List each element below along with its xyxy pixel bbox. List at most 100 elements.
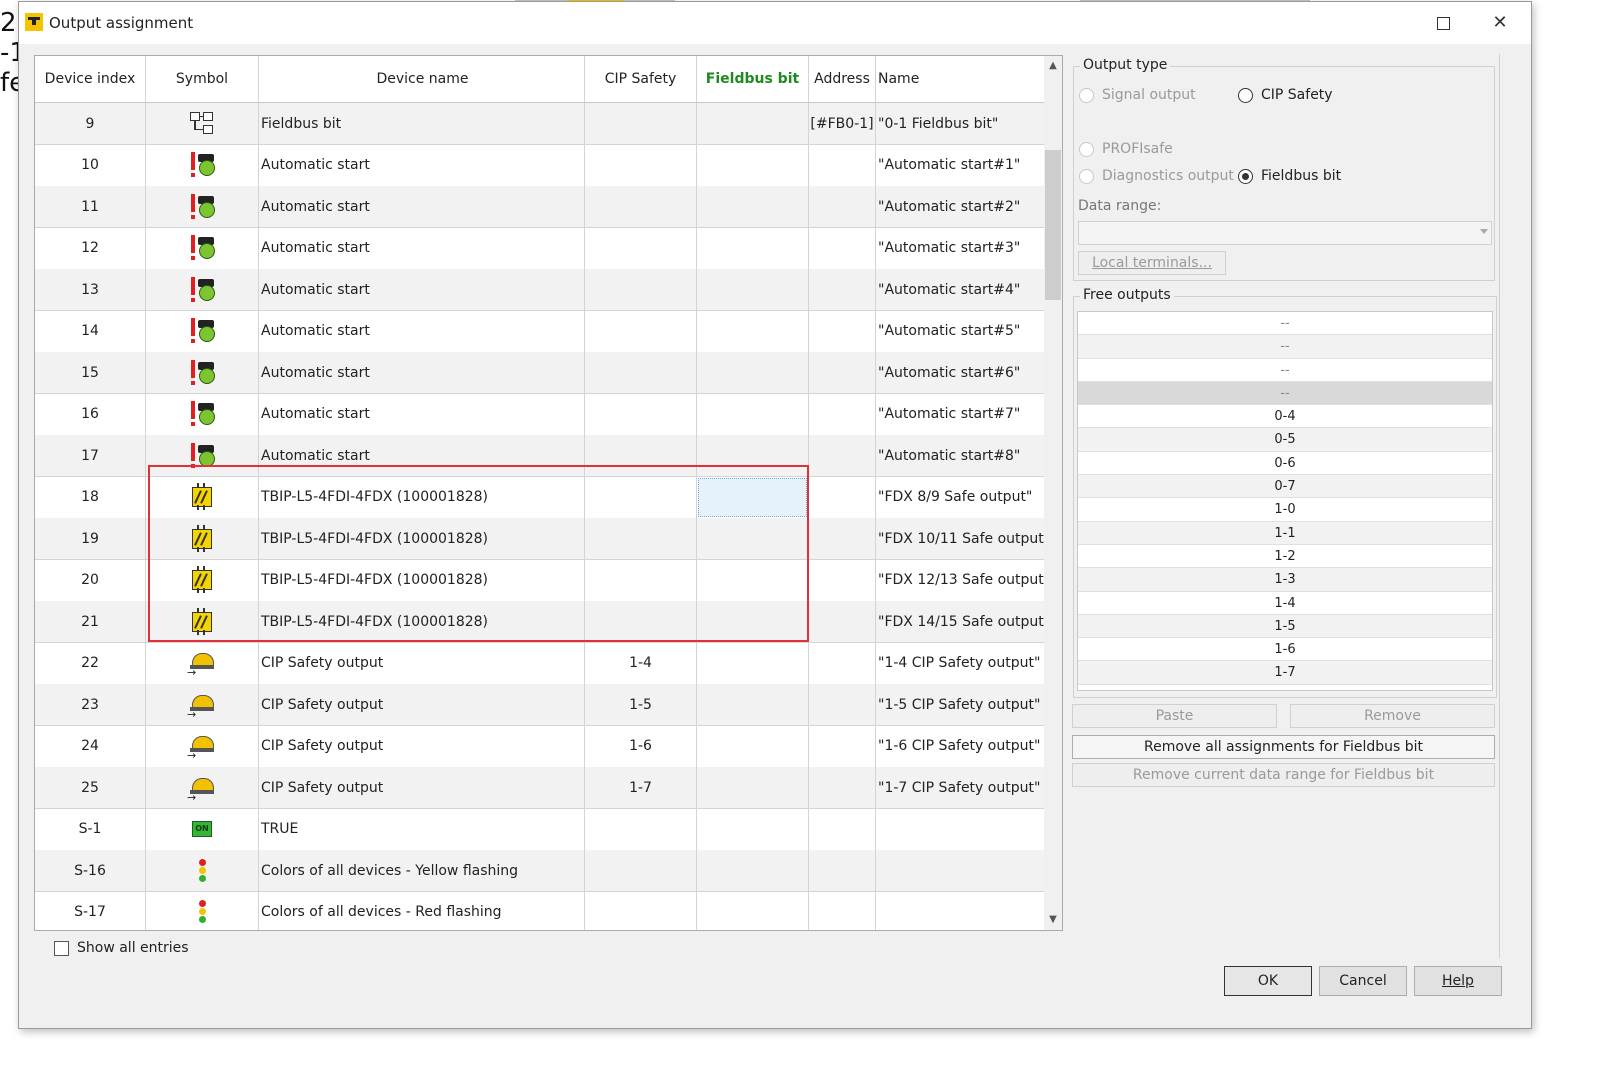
cell-address[interactable] [809, 767, 876, 808]
cell-device-name[interactable]: Automatic start [259, 310, 585, 352]
cell-device-name[interactable]: Colors of all devices - Yellow flashing [259, 850, 585, 891]
table-row[interactable]: 23 → CIP Safety output 1-5 "1-5 CIP Safety o… [35, 684, 1045, 726]
cell-address[interactable] [809, 476, 876, 518]
cell-cip-safety[interactable] [585, 269, 697, 310]
cell-symbol[interactable]: → [146, 684, 259, 725]
scroll-up-icon[interactable]: ▲ [1044, 58, 1062, 74]
free-output-item[interactable]: 0-7 [1078, 475, 1492, 499]
cell-device-index[interactable]: 19 [35, 518, 146, 559]
radio-cip-safety[interactable]: CIP Safety [1238, 87, 1333, 103]
cell-device-index[interactable]: S-16 [35, 850, 146, 891]
cell-cip-safety[interactable] [585, 144, 697, 186]
cell-fieldbus-bit[interactable] [697, 808, 809, 850]
cell-device-index[interactable]: 22 [35, 642, 146, 684]
cell-cip-safety[interactable] [585, 227, 697, 269]
cell-address[interactable] [809, 559, 876, 601]
cell-name[interactable]: "FDX 10/11 Safe output" [876, 518, 1045, 559]
cell-fieldbus-bit[interactable] [697, 352, 809, 393]
cell-device-index[interactable]: 13 [35, 269, 146, 310]
cell-symbol[interactable] [146, 227, 259, 269]
free-output-item[interactable]: 0-6 [1078, 452, 1492, 476]
cell-device-name[interactable]: CIP Safety output [259, 684, 585, 725]
free-outputs-list[interactable]: -- -- -- -- 0-4 0-5 0-6 0-7 1-0 1-1 1-2 1-3 1-4 1-5 1-… [1077, 311, 1493, 691]
cell-symbol[interactable]: → [146, 642, 259, 684]
cell-device-index[interactable]: 15 [35, 352, 146, 393]
column-header-device-name[interactable]: Device name [259, 56, 585, 102]
cell-fieldbus-bit[interactable] [697, 269, 809, 310]
cell-device-index[interactable]: 11 [35, 186, 146, 227]
table-row[interactable]: 15 Automatic start "Automatic start#6" [35, 352, 1045, 394]
table-row[interactable]: S-16 Colors of all devices - Yellow flash… [35, 850, 1045, 892]
free-output-item[interactable]: -- [1078, 359, 1492, 382]
cell-symbol[interactable] [146, 310, 259, 352]
cell-device-name[interactable]: Automatic start [259, 144, 585, 186]
cell-fieldbus-bit[interactable] [697, 144, 809, 186]
free-output-item[interactable]: 1-4 [1078, 592, 1492, 615]
cell-name[interactable]: "1-5 CIP Safety output" [876, 684, 1045, 725]
cell-cip-safety[interactable]: 1-5 [585, 684, 697, 725]
checkbox-box[interactable] [54, 940, 69, 956]
cell-name[interactable]: "FDX 8/9 Safe output" [876, 477, 1045, 518]
remove-all-assignments-button[interactable]: Remove all assignments for Fieldbus bit [1072, 735, 1495, 759]
cell-fieldbus-bit[interactable] [697, 725, 809, 767]
table-row[interactable]: S-1 ON TRUE [35, 808, 1045, 851]
cell-device-index[interactable]: 16 [35, 393, 146, 435]
table-row[interactable]: 16 Automatic start "Automatic start#7" [35, 393, 1045, 436]
table-row[interactable]: 10 Automatic start "Automatic start#1" [35, 144, 1045, 187]
remove-button[interactable]: Remove [1290, 704, 1495, 728]
table-row[interactable]: 11 Automatic start "Automatic start#2" [35, 186, 1045, 228]
cell-device-name[interactable]: Automatic start [259, 269, 585, 310]
cell-device-index[interactable]: 24 [35, 725, 146, 767]
cell-cip-safety[interactable] [585, 393, 697, 435]
cell-symbol[interactable] [146, 891, 259, 930]
table-row[interactable]: 22 → CIP Safety output 1-4 "1-4 CIP Safety o… [35, 642, 1045, 685]
cell-symbol[interactable] [146, 393, 259, 435]
cell-device-index[interactable]: S-17 [35, 891, 146, 930]
cell-cip-safety[interactable] [585, 352, 697, 393]
chevron-down-icon[interactable] [1480, 229, 1488, 234]
cell-fieldbus-bit[interactable] [697, 891, 809, 930]
cell-device-index[interactable]: 20 [35, 559, 146, 601]
column-header-symbol[interactable]: Symbol [146, 56, 259, 102]
cell-fieldbus-bit[interactable] [697, 684, 809, 725]
free-output-item[interactable]: 1-1 [1078, 521, 1492, 545]
radio-dot[interactable] [1238, 87, 1253, 103]
cell-address[interactable] [809, 393, 876, 435]
cell-fieldbus-bit[interactable] [697, 227, 809, 269]
cell-device-name[interactable]: Automatic start [259, 393, 585, 435]
cell-device-index[interactable]: 21 [35, 601, 146, 642]
cell-device-name[interactable]: CIP Safety output [259, 642, 585, 684]
cell-device-index[interactable]: 17 [35, 435, 146, 476]
cell-device-index[interactable]: 18 [35, 476, 146, 518]
radio-profisafe[interactable]: PROFIsafe [1079, 141, 1173, 157]
table-row[interactable]: 12 Automatic start "Automatic start#3" [35, 227, 1045, 270]
radio-dot[interactable] [1079, 168, 1094, 184]
cell-name[interactable]: "Automatic start#5" [876, 311, 1045, 352]
cell-fieldbus-bit[interactable] [697, 642, 809, 684]
cell-address[interactable] [809, 227, 876, 269]
data-range-combo[interactable] [1078, 221, 1492, 245]
cell-cip-safety[interactable] [585, 310, 697, 352]
free-output-item[interactable]: 1-2 [1078, 545, 1492, 569]
cell-fieldbus-bit[interactable] [697, 393, 809, 435]
cell-name[interactable]: "FDX 12/13 Safe output" [876, 560, 1045, 601]
table-row[interactable]: 13 Automatic start "Automatic start#4" [35, 269, 1045, 311]
cell-device-name[interactable]: Automatic start [259, 227, 585, 269]
cell-cip-safety[interactable]: 1-4 [585, 642, 697, 684]
cell-name[interactable]: "FDX 14/15 Safe output" [876, 601, 1045, 642]
cell-device-name[interactable]: Automatic start [259, 352, 585, 393]
cell-address[interactable] [809, 642, 876, 684]
cell-device-index[interactable]: 10 [35, 144, 146, 186]
cell-name[interactable]: "Automatic start#1" [876, 145, 1045, 186]
cell-address[interactable] [809, 310, 876, 352]
cell-symbol[interactable] [146, 103, 259, 144]
free-output-item[interactable]: 1-5 [1078, 614, 1492, 639]
cell-symbol[interactable] [146, 850, 259, 891]
cell-device-index[interactable]: S-1 [35, 808, 146, 850]
cell-symbol[interactable] [146, 144, 259, 186]
scroll-thumb[interactable] [1045, 150, 1061, 300]
radio-dot[interactable] [1238, 168, 1253, 184]
cell-name[interactable]: "Automatic start#4" [876, 269, 1045, 310]
cell-cip-safety[interactable]: 1-7 [585, 767, 697, 808]
cell-fieldbus-bit[interactable] [697, 186, 809, 227]
